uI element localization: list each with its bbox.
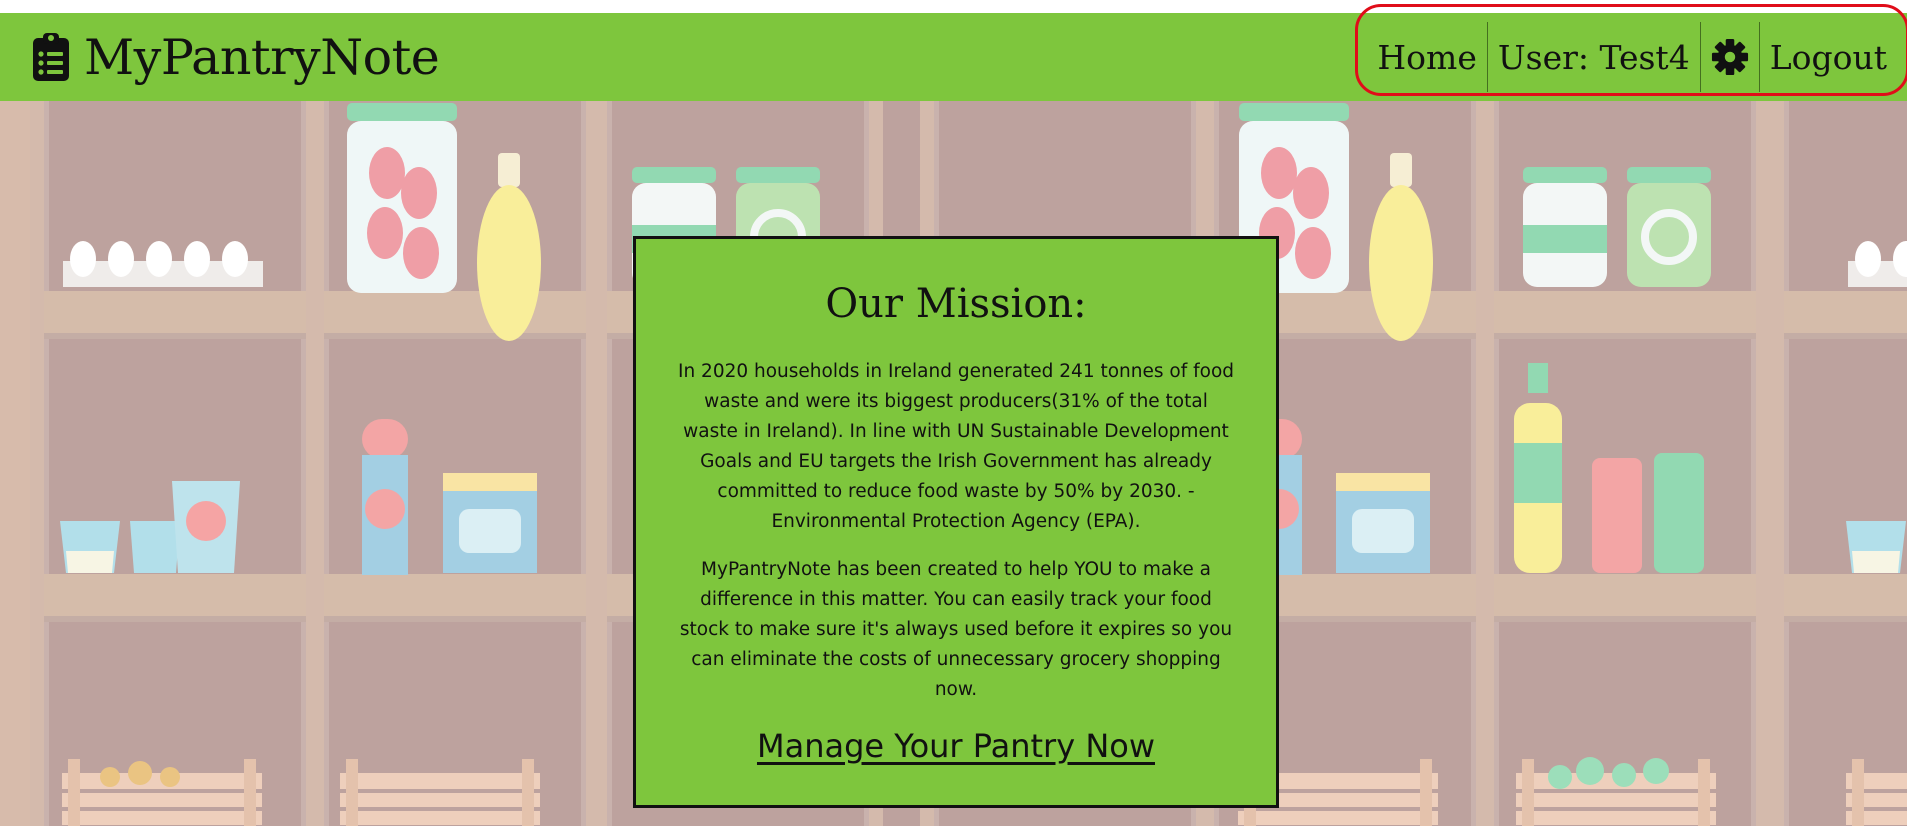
nav-divider [1758, 22, 1760, 92]
nav-home-link[interactable]: Home [1367, 22, 1486, 92]
nav-user-link[interactable]: User: Test4 [1488, 22, 1700, 92]
nav-divider [1699, 22, 1701, 92]
nav-divider [1486, 22, 1488, 92]
nav-logout-link[interactable]: Logout [1760, 22, 1897, 92]
manage-pantry-link[interactable]: Manage Your Pantry Now [757, 727, 1155, 765]
mission-paragraph-stats: In 2020 households in Ireland generated … [677, 361, 1235, 532]
settings-button[interactable] [1701, 22, 1759, 92]
main-nav: Home User: Test4 Logout [1367, 13, 1897, 101]
brand-name: MyPantryNote [84, 28, 440, 86]
mission-title: Our Mission: [825, 281, 1087, 327]
mission-card: Our Mission: In 2020 households in Irela… [633, 236, 1279, 808]
mission-paragraph-purpose: MyPantryNote has been created to help YO… [679, 559, 1233, 700]
clipboard-list-icon [33, 33, 69, 81]
gear-icon [1711, 38, 1748, 76]
brand[interactable]: MyPantryNote [32, 27, 440, 87]
navbar: MyPantryNote Home User: Test4 Logout [0, 13, 1907, 101]
